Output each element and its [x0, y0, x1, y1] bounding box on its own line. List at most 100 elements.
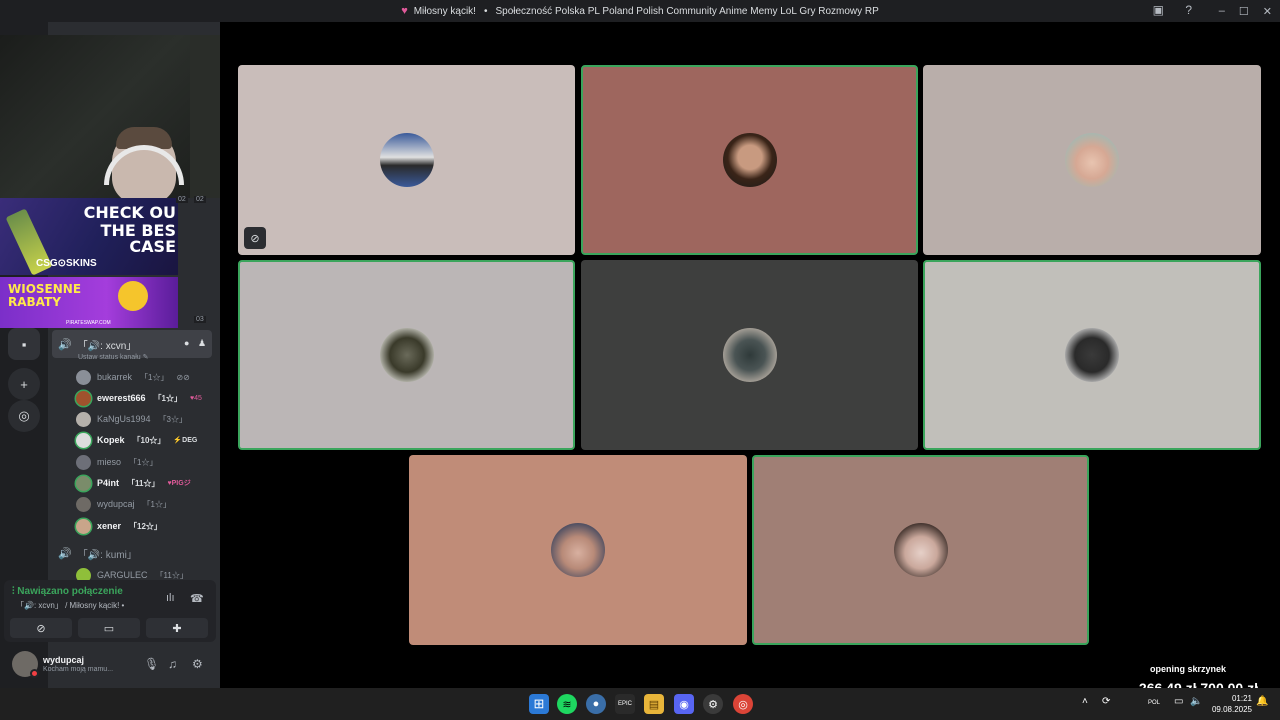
participant-tile[interactable] [238, 260, 575, 450]
file-explorer-icon[interactable]: ▤ [644, 694, 664, 714]
camera-off-icon: ⊘ [244, 227, 266, 249]
avatar [76, 390, 91, 406]
settings-gear-icon[interactable]: ⚙ [192, 657, 203, 671]
avatar [76, 518, 91, 534]
microphone-icon[interactable]: 🎙 [144, 657, 159, 671]
member-level: 「11☆」 [155, 570, 188, 580]
goal-label: opening skrzynek [1149, 664, 1226, 674]
invite-icon[interactable]: ♟ [198, 338, 206, 349]
user-panel: wydupcaj Kocham moją mamu... 🎙 ♫ ⚙ [4, 645, 216, 685]
ad-headline-3: CASE [129, 237, 176, 256]
member-row[interactable]: P4int 「11☆」 ♥PIGジ [76, 474, 191, 492]
activities-button[interactable]: ✚ [146, 618, 208, 638]
member-row[interactable]: Kopek 「10☆」 ⚡DEG [76, 431, 197, 449]
notification-icon[interactable]: 🔔 [1256, 696, 1268, 707]
taskbar: ⊞ ≋ ● EPIC ▤ ◉ ⚙ ◎ ˄ ⟳ POL ▭ 🔈 01:21 09.… [0, 688, 1280, 720]
participant-tile[interactable]: ⊘ [238, 65, 575, 255]
maximize-button[interactable]: ☐ [1239, 5, 1249, 18]
spotify-icon[interactable]: ≋ [557, 694, 577, 714]
overlay-number: 02 [176, 196, 188, 203]
participant-avatar [722, 328, 777, 382]
member-level: 「10☆」 [132, 435, 166, 445]
language-indicator[interactable]: POL [1148, 700, 1160, 706]
speaker-icon: 🔊 [58, 547, 72, 560]
screen-share-icon: ▭ [103, 622, 115, 635]
chrome-icon[interactable]: ◎ [733, 694, 753, 714]
member-row[interactable]: KaNgUs1994 「3☆」 [76, 410, 187, 428]
pirateswap-ad: WIOSENNE RABATY PIRATESWAP.COM [0, 277, 178, 328]
participant-tile[interactable] [752, 455, 1089, 645]
member-row[interactable]: mieso 「1☆」 [76, 453, 157, 471]
server-title: Miłosny kącik! [413, 5, 476, 17]
title-separator: • [483, 5, 488, 17]
ad-url: PIRATESWAP.COM [66, 320, 111, 326]
participant-avatar [379, 328, 434, 382]
network-icon[interactable]: ▭ [1174, 696, 1183, 707]
member-tag: ♥45 [190, 394, 202, 402]
channel-status[interactable]: Ustaw status kanału ✎ [78, 353, 148, 361]
steam-icon[interactable]: ⚙ [703, 694, 723, 714]
headphones-icon[interactable]: ♫ [168, 657, 177, 671]
username[interactable]: wydupcaj [43, 655, 84, 665]
connection-channel-text: 「🔊: xcvn」 / Miłosny kącik! [16, 601, 120, 610]
ad-headline-1: CHECK OU [83, 203, 176, 222]
ad-brand: CSG⊙SKINS [36, 258, 97, 269]
participant-avatar [1065, 328, 1119, 382]
muted-deafened-icon: ⊘⊘ [176, 372, 190, 382]
member-row[interactable]: bukarrek 「1☆」 ⊘⊘ [76, 368, 190, 386]
voice-channel-name: 「🔊: xcvn」 [77, 340, 137, 352]
community-title: Społeczność Polska PL Poland Polish Comm… [495, 5, 879, 17]
noise-suppression-icon[interactable]: ılı [166, 592, 175, 604]
csgoskins-ad: CHECK OU THE BES CASE CSG⊙SKINS [0, 198, 178, 275]
chevron-up-icon[interactable]: ˄ [1082, 696, 1088, 707]
participant-tile[interactable] [923, 65, 1261, 255]
member-name: P4int [97, 478, 120, 488]
inbox-icon[interactable]: ▣ [1153, 3, 1164, 17]
avatar [76, 496, 91, 512]
participant-avatar [379, 133, 434, 187]
member-tag: ♥PIGジ [167, 480, 191, 487]
server-icon[interactable]: ▪ [8, 328, 40, 360]
discord-icon[interactable]: ◉ [674, 694, 694, 714]
member-row[interactable]: xener 「12☆」 [76, 517, 162, 535]
duck-mascot-image [118, 281, 148, 311]
add-server-icon[interactable]: + [8, 368, 40, 400]
clock-time: 01:21 [1231, 694, 1252, 703]
voice-channel-name: 「🔊: kumi」 [77, 549, 137, 561]
custom-status: Kocham moją mamu... [43, 666, 114, 673]
camera-off-button[interactable]: ⊘ [10, 618, 72, 638]
system-clock[interactable]: 01:21 09.08.2025 [1212, 693, 1252, 715]
member-row[interactable]: wydupcaj 「1☆」 [76, 495, 171, 513]
avatar [76, 369, 91, 385]
screen-share-button[interactable]: ▭ [78, 618, 140, 638]
channel-status-text: Ustaw status kanału [78, 354, 141, 361]
voice-connection-panel: ⫶ Nawiązano połączenie 「🔊: xcvn」 / Miłos… [4, 580, 216, 642]
participant-tile[interactable] [923, 260, 1261, 450]
member-level: 「1☆」 [142, 499, 171, 509]
member-name: mieso [97, 457, 122, 467]
disconnect-icon[interactable]: ☎ [190, 592, 204, 605]
participant-tile[interactable] [581, 260, 918, 450]
chat-icon[interactable]: ● [184, 338, 189, 348]
overlay-number: 03 [194, 316, 206, 323]
voice-channel-kumi[interactable]: 🔊 「🔊: kumi」 [52, 539, 212, 567]
browser-icon[interactable]: ● [586, 694, 606, 714]
explore-icon[interactable]: ◎ [8, 400, 40, 432]
participant-tile[interactable] [581, 65, 918, 255]
member-level: 「1☆」 [140, 372, 169, 382]
minimize-button[interactable]: – [1219, 5, 1225, 17]
volume-icon[interactable]: 🔈 [1190, 696, 1202, 707]
avatar [76, 411, 91, 427]
voice-call-stage: ⊘ [220, 22, 1280, 688]
participant-tile[interactable] [409, 455, 747, 645]
help-icon[interactable]: ? [1185, 3, 1192, 17]
clock-date: 09.08.2025 [1211, 705, 1252, 714]
member-name: bukarrek [97, 372, 133, 382]
sync-icon[interactable]: ⟳ [1102, 696, 1110, 707]
participant-avatar [722, 133, 777, 187]
connection-channel[interactable]: 「🔊: xcvn」 / Miłosny kącik! • [16, 600, 124, 611]
close-button[interactable]: ✕ [1263, 5, 1272, 18]
member-row[interactable]: ewerest666 「1☆」 ♥45 [76, 389, 202, 407]
windows-start-icon[interactable]: ⊞ [529, 694, 549, 714]
epic-games-icon[interactable]: EPIC [615, 694, 635, 714]
